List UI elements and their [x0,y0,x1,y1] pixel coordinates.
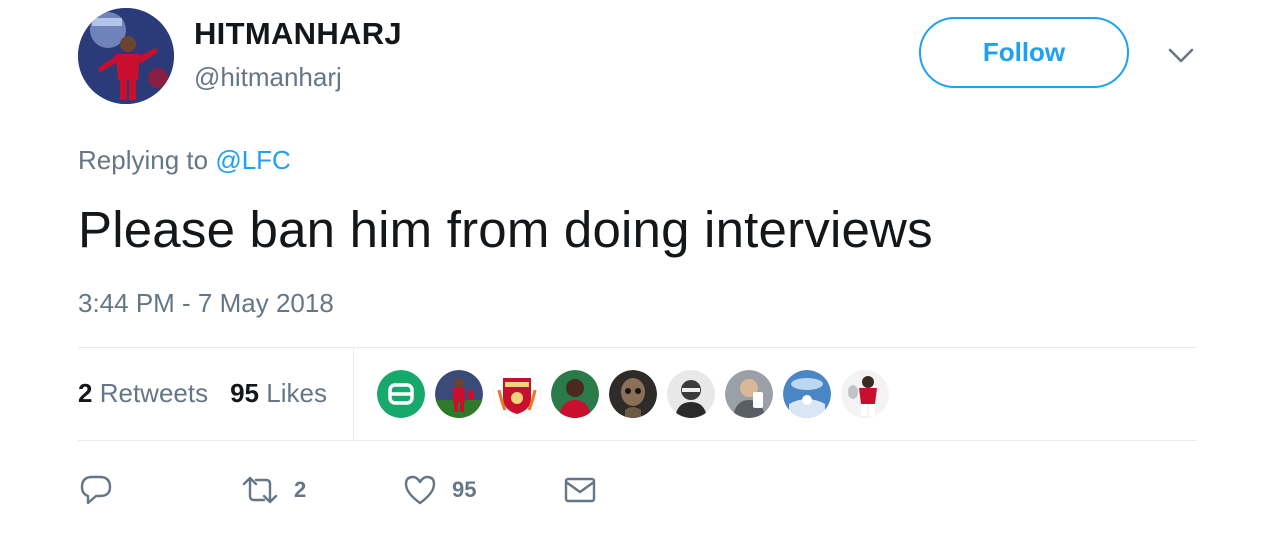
replying-to-label: Replying to [78,145,209,175]
person-avatar[interactable] [667,370,715,418]
likes-count: 95 [230,378,260,408]
player-avatar[interactable] [435,370,483,418]
divider [78,440,1197,441]
tweet-card: HITMANHARJ @hitmanharj Follow Replying t… [0,0,1270,555]
green-app-avatar[interactable] [377,370,425,418]
stats-divider [353,348,354,440]
engagement-stats: 2 Retweets 95 Likes [78,378,327,409]
chevron-down-icon[interactable] [1166,42,1196,68]
direct-message-button[interactable] [562,470,598,510]
player-avatar[interactable] [551,370,599,418]
tweet-timestamp[interactable]: 3:44 PM - 7 May 2018 [78,288,334,319]
retweets-label: Retweets [99,378,209,408]
likers-avatars [377,370,889,418]
mention-link[interactable]: @LFC [215,145,291,175]
retweets-count: 2 [78,378,93,408]
retweet-button[interactable]: 2 [240,470,306,510]
heart-icon [402,472,438,508]
groot-avatar[interactable] [609,370,657,418]
like-button[interactable]: 95 [402,470,476,510]
retweet-icon [240,472,280,508]
liverpool-crest-avatar[interactable] [493,370,541,418]
divider [78,347,1197,348]
sky-avatar[interactable] [783,370,831,418]
player-avatar[interactable] [841,370,889,418]
follow-button[interactable]: Follow [919,17,1129,88]
like-count: 95 [452,477,477,502]
display-name[interactable]: HITMANHARJ [194,16,402,52]
retweets-stat[interactable]: 2 Retweets [78,378,208,409]
tweet-text: Please ban him from doing interviews [78,201,933,258]
retweet-count: 2 [294,477,307,502]
likes-label: Likes [266,378,327,408]
reply-button[interactable] [78,470,128,510]
reply-icon [78,472,114,508]
user-handle[interactable]: @hitmanharj [194,62,342,93]
likes-stat[interactable]: 95 Likes [230,378,327,409]
replying-to-line: Replying to @LFC [78,145,291,176]
envelope-icon [562,472,598,508]
person-avatar[interactable] [725,370,773,418]
user-avatar[interactable] [78,8,174,104]
avatar-image [78,8,174,104]
